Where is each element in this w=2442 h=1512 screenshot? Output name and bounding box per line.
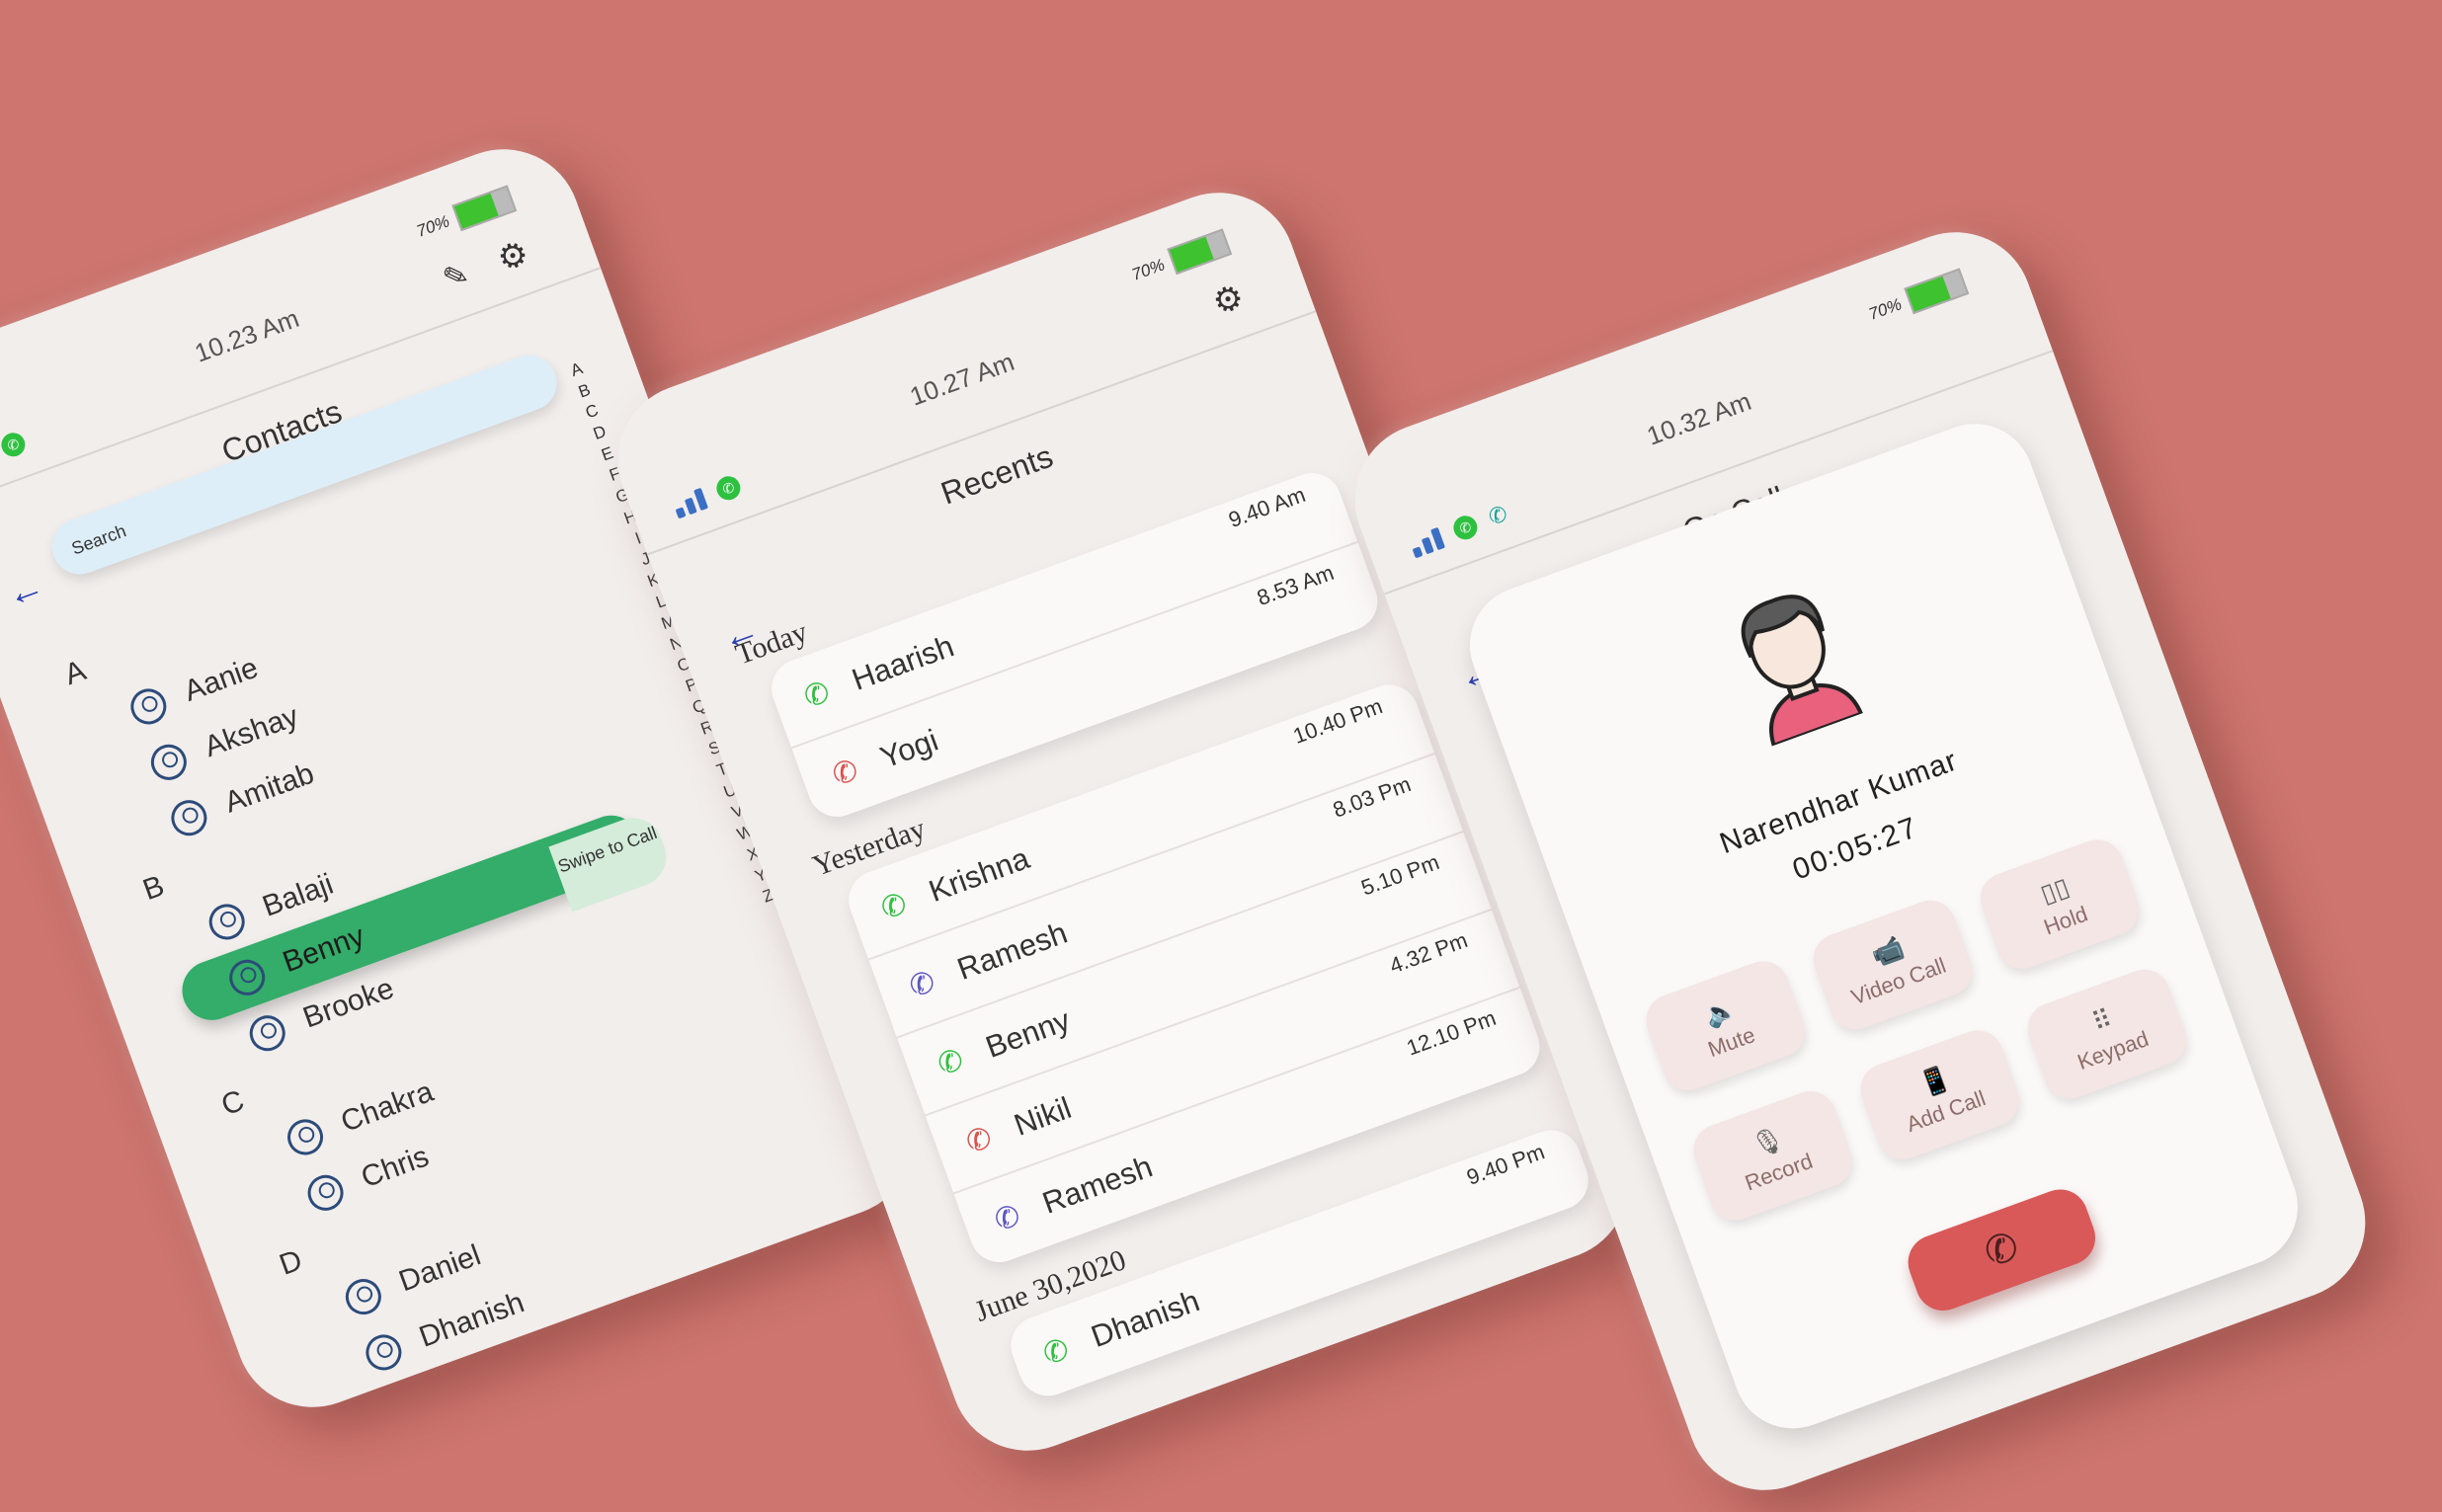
mute-icon: 🔈	[1700, 992, 1741, 1031]
button-label: Keypad	[2074, 1025, 2153, 1074]
end-call-button[interactable]: ✆	[1900, 1181, 2103, 1318]
battery-percent: 70%	[1129, 255, 1168, 284]
video-icon: 📹	[1867, 930, 1908, 971]
user-icon	[125, 683, 172, 730]
mute-button[interactable]: 🔈 Mute	[1639, 954, 1813, 1098]
call-card: Narendhar Kumar 00:05:27 🔈 Mute 📹 Video Cal…	[1453, 407, 2315, 1446]
button-label: Record	[1741, 1148, 1817, 1196]
user-icon	[224, 954, 271, 1000]
keypad-icon: ⠿	[2087, 1002, 2116, 1037]
user-icon	[244, 1010, 290, 1057]
battery-percent: 70%	[414, 211, 452, 241]
battery-percent: 70%	[1866, 294, 1905, 324]
video-call-button[interactable]: 📹 Video Call	[1806, 893, 1980, 1037]
user-icon	[302, 1169, 349, 1216]
add-call-icon: 📱	[1914, 1061, 1955, 1100]
back-arrow-icon[interactable]: ←	[1, 565, 50, 617]
battery-fill	[1906, 276, 1951, 312]
add-call-button[interactable]: 📱 Add Call	[1853, 1022, 2027, 1167]
phone-hangup-icon: ✆	[1979, 1224, 2025, 1277]
user-icon	[166, 795, 212, 841]
active-call-icon: ✆	[1485, 500, 1511, 530]
oncall-phone-screen: 70% 10.32 Am ✆ ✆ On Call ← Narendhar Kum…	[1333, 210, 2388, 1512]
battery-fill	[453, 193, 499, 229]
whatsapp-icon: ✆	[0, 429, 29, 460]
record-button[interactable]: 🎙 Record	[1686, 1083, 1860, 1228]
user-icon	[204, 899, 250, 945]
user-icon	[145, 739, 192, 785]
hold-button[interactable]: ▯▯ Hold	[1973, 832, 2147, 977]
pause-icon: ▯▯	[2036, 870, 2074, 909]
battery-fill	[1169, 236, 1214, 273]
contact-name: Chris	[357, 1140, 434, 1195]
keypad-button[interactable]: ⠿ Keypad	[2020, 962, 2194, 1106]
caller-avatar	[1741, 595, 1864, 749]
user-icon	[282, 1114, 329, 1160]
user-icon	[340, 1274, 386, 1320]
contact-name: Balaji	[258, 867, 338, 923]
status-icons: ✆	[0, 429, 29, 475]
user-icon	[361, 1329, 407, 1376]
